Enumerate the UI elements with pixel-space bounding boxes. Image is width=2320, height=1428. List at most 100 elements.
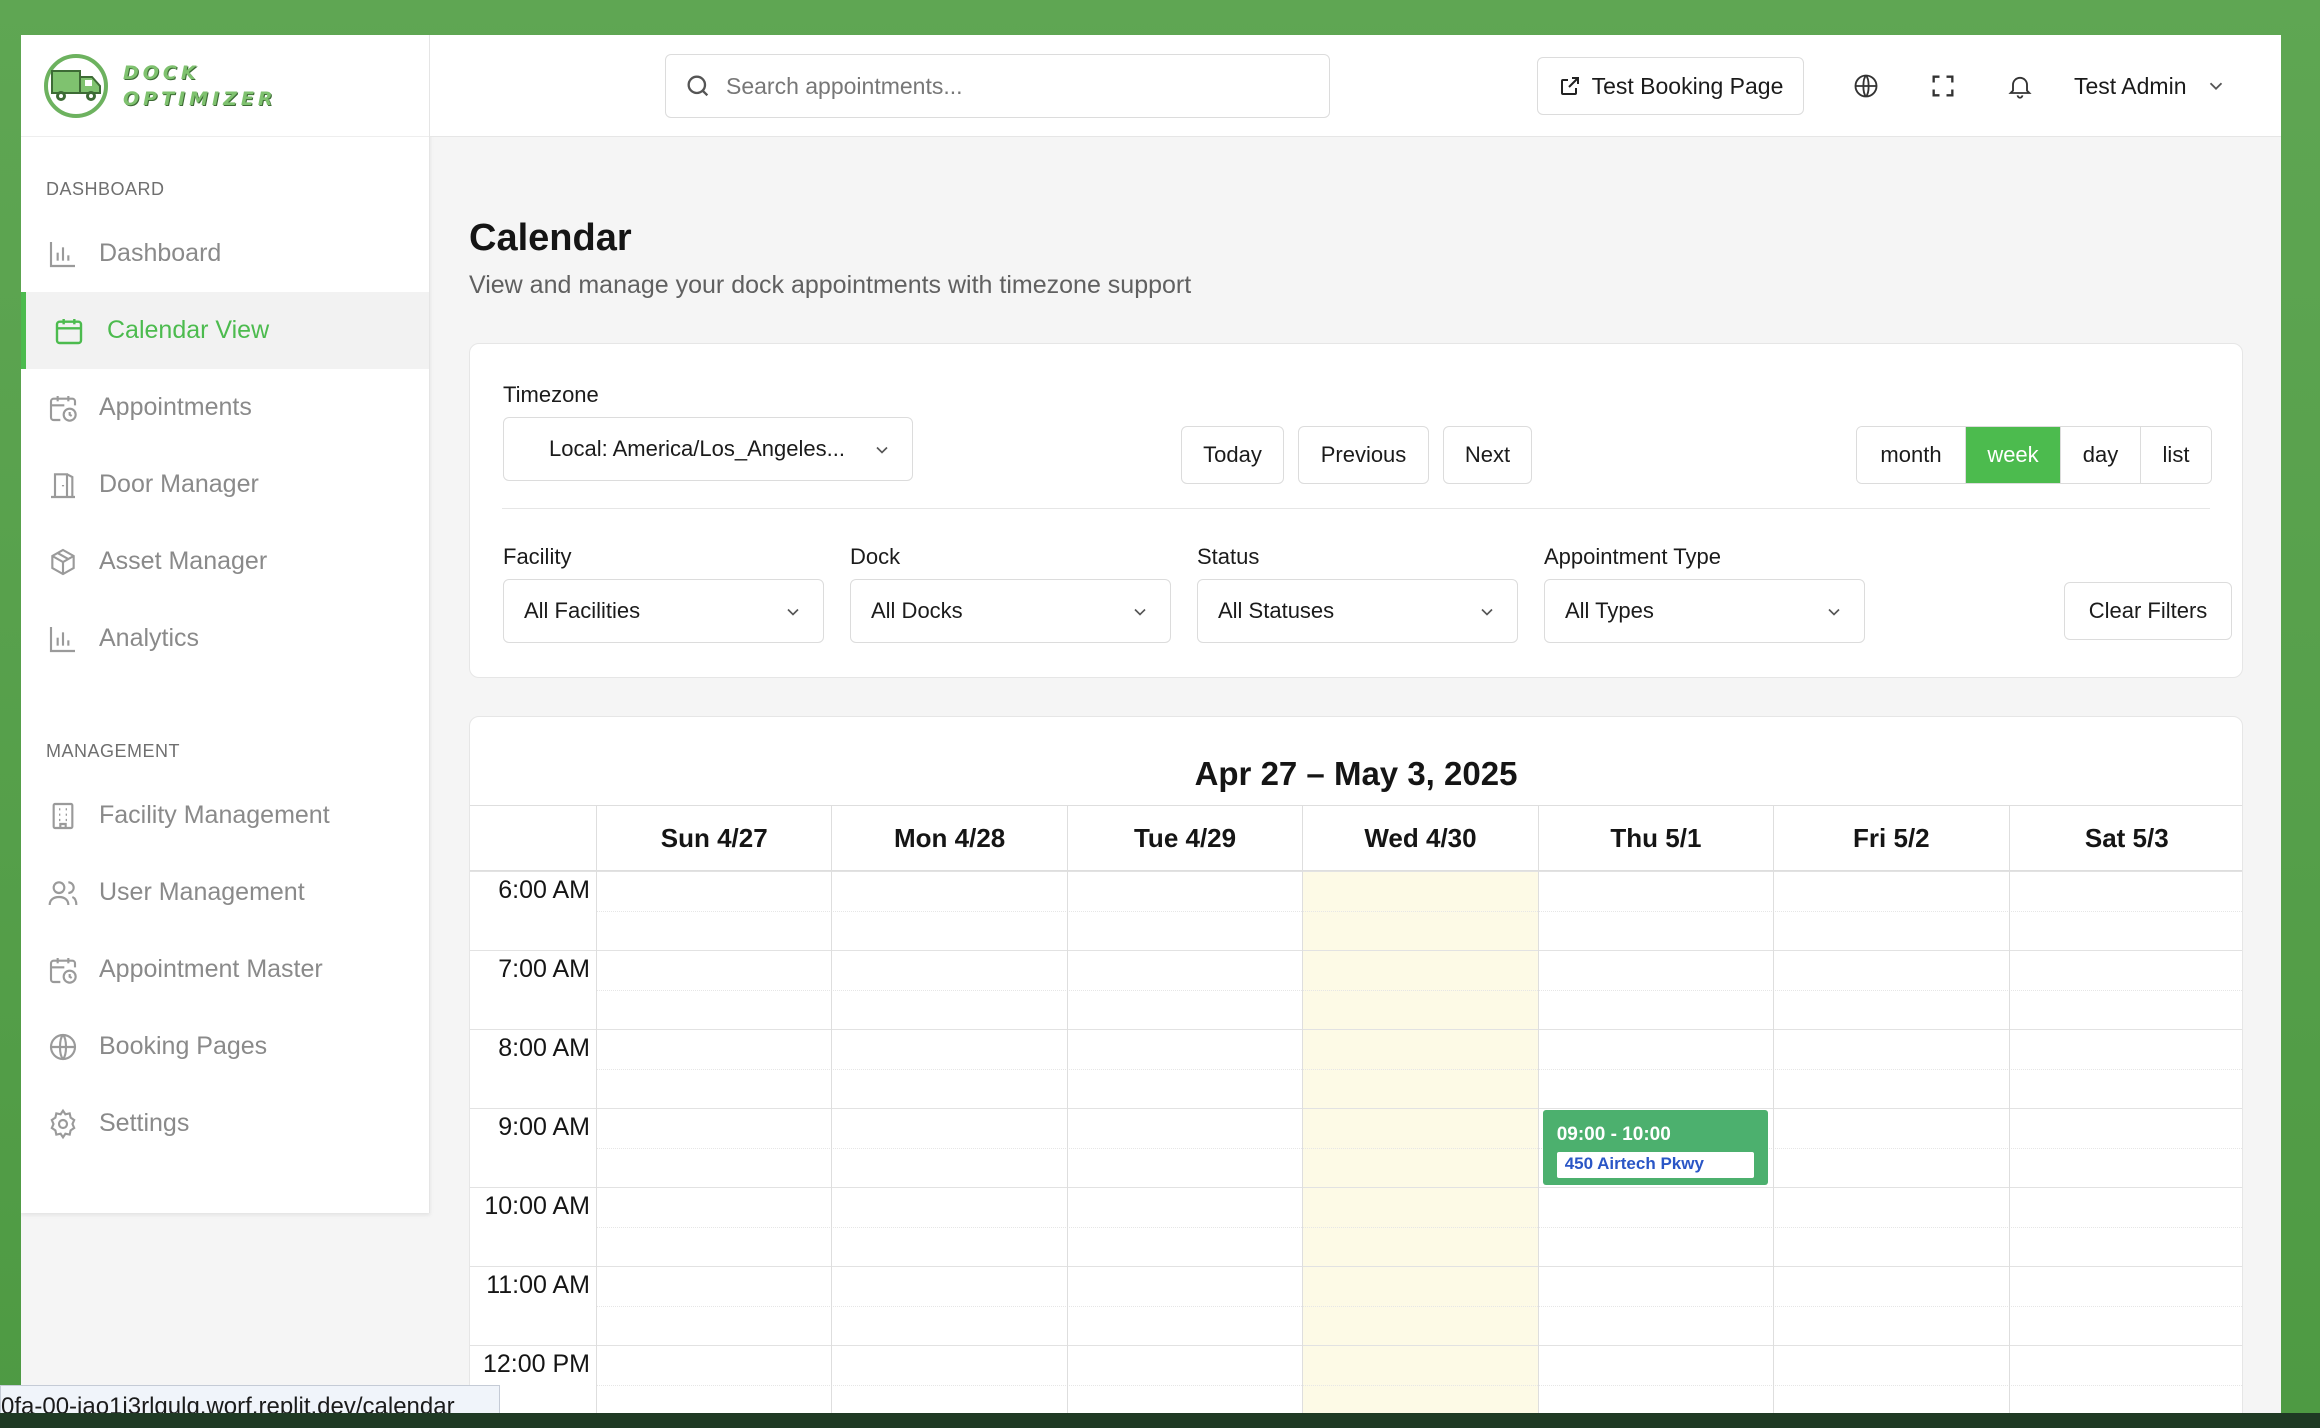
test-booking-page-button[interactable]: Test Booking Page: [1537, 57, 1804, 115]
half-hour-line: [596, 911, 2242, 912]
appointment-type-label: Appointment Type: [1544, 544, 1721, 569]
half-hour-line: [596, 1385, 2242, 1386]
dock-value: All Docks: [871, 598, 963, 623]
time-slot-row[interactable]: 7:00 AM: [470, 950, 2242, 1029]
sidebar-item-appointments[interactable]: Appointments: [21, 369, 429, 446]
sidebar-item-label: User Management: [99, 878, 305, 906]
time-slot-row[interactable]: 8:00 AM: [470, 1029, 2242, 1108]
status-select[interactable]: All Statuses: [1197, 579, 1518, 643]
chevron-down-icon: [787, 608, 799, 616]
sidebar-item-dashboard[interactable]: Dashboard: [21, 215, 429, 292]
filters-divider: [502, 508, 2210, 509]
half-hour-line: [596, 1148, 2242, 1149]
event-location: 450 Airtech Pkwy: [1556, 1152, 1755, 1178]
clear-filters-button[interactable]: Clear Filters: [2064, 582, 2232, 640]
week-grid-body: 6:00 AM 7:00 AM 8:00 AM 9:00 AM 10:00 AM 11:0…: [470, 871, 2242, 1413]
globe-icon: [1854, 74, 1878, 98]
hour-label: 12:00 PM: [482, 1350, 590, 1378]
appointment-type-value: All Types: [1565, 598, 1654, 623]
sidebar-item-label: Appointment Master: [99, 955, 323, 983]
calendar-icon: [55, 318, 83, 344]
search-input[interactable]: [726, 72, 1286, 100]
time-slot-row[interactable]: 11:00 AM: [470, 1266, 2242, 1345]
facility-value: All Facilities: [524, 598, 641, 623]
nav-section-dashboard: DASHBOARD: [46, 179, 165, 199]
box-icon: [51, 548, 75, 575]
time-slot-row[interactable]: 12:00 PM: [470, 1345, 2242, 1413]
building-icon: [52, 802, 74, 829]
notifications-button[interactable]: [2003, 69, 2037, 103]
day-column-divider: [2008, 871, 2010, 1413]
status-value: All Statuses: [1218, 598, 1335, 623]
sidebar-item-calendar-view[interactable]: Calendar View: [21, 292, 429, 369]
time-slot-row[interactable]: 10:00 AM: [470, 1187, 2242, 1266]
day-column-divider: [1302, 871, 1304, 1413]
search-box[interactable]: [665, 54, 1330, 118]
sidebar-item-analytics[interactable]: Analytics: [21, 600, 429, 677]
sidebar-item-label: Analytics: [99, 624, 200, 652]
day-header[interactable]: Mon 4/28: [831, 806, 1066, 870]
hour-label: 10:00 AM: [484, 1192, 590, 1220]
sidebar-item-label: Dashboard: [99, 239, 222, 267]
fullscreen-button[interactable]: [1926, 69, 1960, 103]
sidebar-item-label: Facility Management: [99, 801, 330, 829]
external-link-icon: [1560, 77, 1579, 95]
users-icon: [48, 880, 78, 905]
facility-label: Facility: [503, 544, 572, 569]
status-label: Status: [1197, 544, 1260, 569]
time-slot-row[interactable]: 9:00 AM: [470, 1108, 2242, 1187]
hour-label: 7:00 AM: [498, 955, 590, 983]
brand-line-2: OPTIMIZER: [123, 87, 277, 110]
sidebar-item-label: Door Manager: [99, 470, 259, 498]
day-header[interactable]: Thu 5/1: [1537, 806, 1773, 870]
sidebar-item-label: Asset Manager: [99, 547, 268, 575]
appointment-type-select[interactable]: All Types: [1544, 579, 1865, 643]
timezone-select[interactable]: Local: America/Los_Angeles...: [503, 417, 913, 481]
sidebar-item-user-management[interactable]: User Management: [21, 854, 429, 931]
half-hour-line: [596, 1069, 2242, 1070]
day-header[interactable]: Wed 4/30: [1302, 806, 1537, 870]
chevron-down-icon: [1481, 608, 1493, 616]
brand-logo[interactable]: DOCK OPTIMIZER: [21, 35, 429, 137]
day-header[interactable]: Fri 5/2: [1773, 806, 2008, 870]
sidebar: DOCK OPTIMIZER DASHBOARD Dashboard Calen…: [21, 35, 430, 1213]
dock-select[interactable]: All Docks: [850, 579, 1171, 643]
sidebar-item-asset-manager[interactable]: Asset Manager: [21, 523, 429, 600]
sidebar-item-booking-pages[interactable]: Booking Pages: [21, 1008, 429, 1085]
time-slot-row[interactable]: 6:00 AM: [470, 871, 2242, 950]
day-header[interactable]: Tue 4/29: [1066, 806, 1302, 870]
chevron-down-icon: [1828, 608, 1840, 616]
day-header[interactable]: Sun 4/27: [596, 806, 831, 870]
brand-line-1: DOCK: [123, 61, 200, 84]
next-button[interactable]: Next: [1443, 426, 1532, 484]
sidebar-item-label: Booking Pages: [99, 1032, 268, 1060]
day-column-divider: [596, 871, 597, 1413]
view-day-button[interactable]: day: [2061, 427, 2141, 483]
sidebar-item-door-manager[interactable]: Door Manager: [21, 446, 429, 523]
view-month-button[interactable]: month: [1857, 427, 1966, 483]
language-button[interactable]: [1849, 69, 1883, 103]
top-header: Test Booking Page Test Admin: [430, 35, 2281, 137]
previous-button[interactable]: Previous: [1298, 426, 1429, 484]
window-bottom-edge: [0, 1413, 2320, 1428]
today-button[interactable]: Today: [1181, 426, 1284, 484]
timezone-label: Timezone: [503, 382, 599, 407]
hour-label: 11:00 AM: [486, 1271, 590, 1299]
view-week-button[interactable]: week: [1966, 427, 2061, 483]
view-list-button[interactable]: list: [2141, 427, 2211, 483]
calendar-card: Apr 27 – May 3, 2025 Sun 4/27 Mon 4/28 Tue…: [469, 716, 2243, 1413]
view-switcher: month week day list: [1856, 426, 2212, 484]
calendar-clock-icon: [49, 957, 77, 984]
appointment-event[interactable]: 09:00 - 10:00 450 Airtech Pkwy: [1542, 1110, 1769, 1185]
sidebar-item-settings[interactable]: Settings: [21, 1085, 429, 1162]
dock-label: Dock: [850, 544, 901, 569]
sidebar-item-label: Settings: [99, 1109, 190, 1137]
day-header[interactable]: Sat 5/3: [2008, 806, 2242, 870]
user-menu[interactable]: Test Admin: [2074, 65, 2227, 107]
sidebar-item-facility-management[interactable]: Facility Management: [21, 777, 429, 854]
chevron-down-icon: [876, 446, 888, 454]
day-column-divider: [1066, 871, 1068, 1413]
facility-select[interactable]: All Facilities: [503, 579, 824, 643]
sidebar-item-appointment-master[interactable]: Appointment Master: [21, 931, 429, 1008]
bar-chart-icon: [49, 241, 75, 267]
